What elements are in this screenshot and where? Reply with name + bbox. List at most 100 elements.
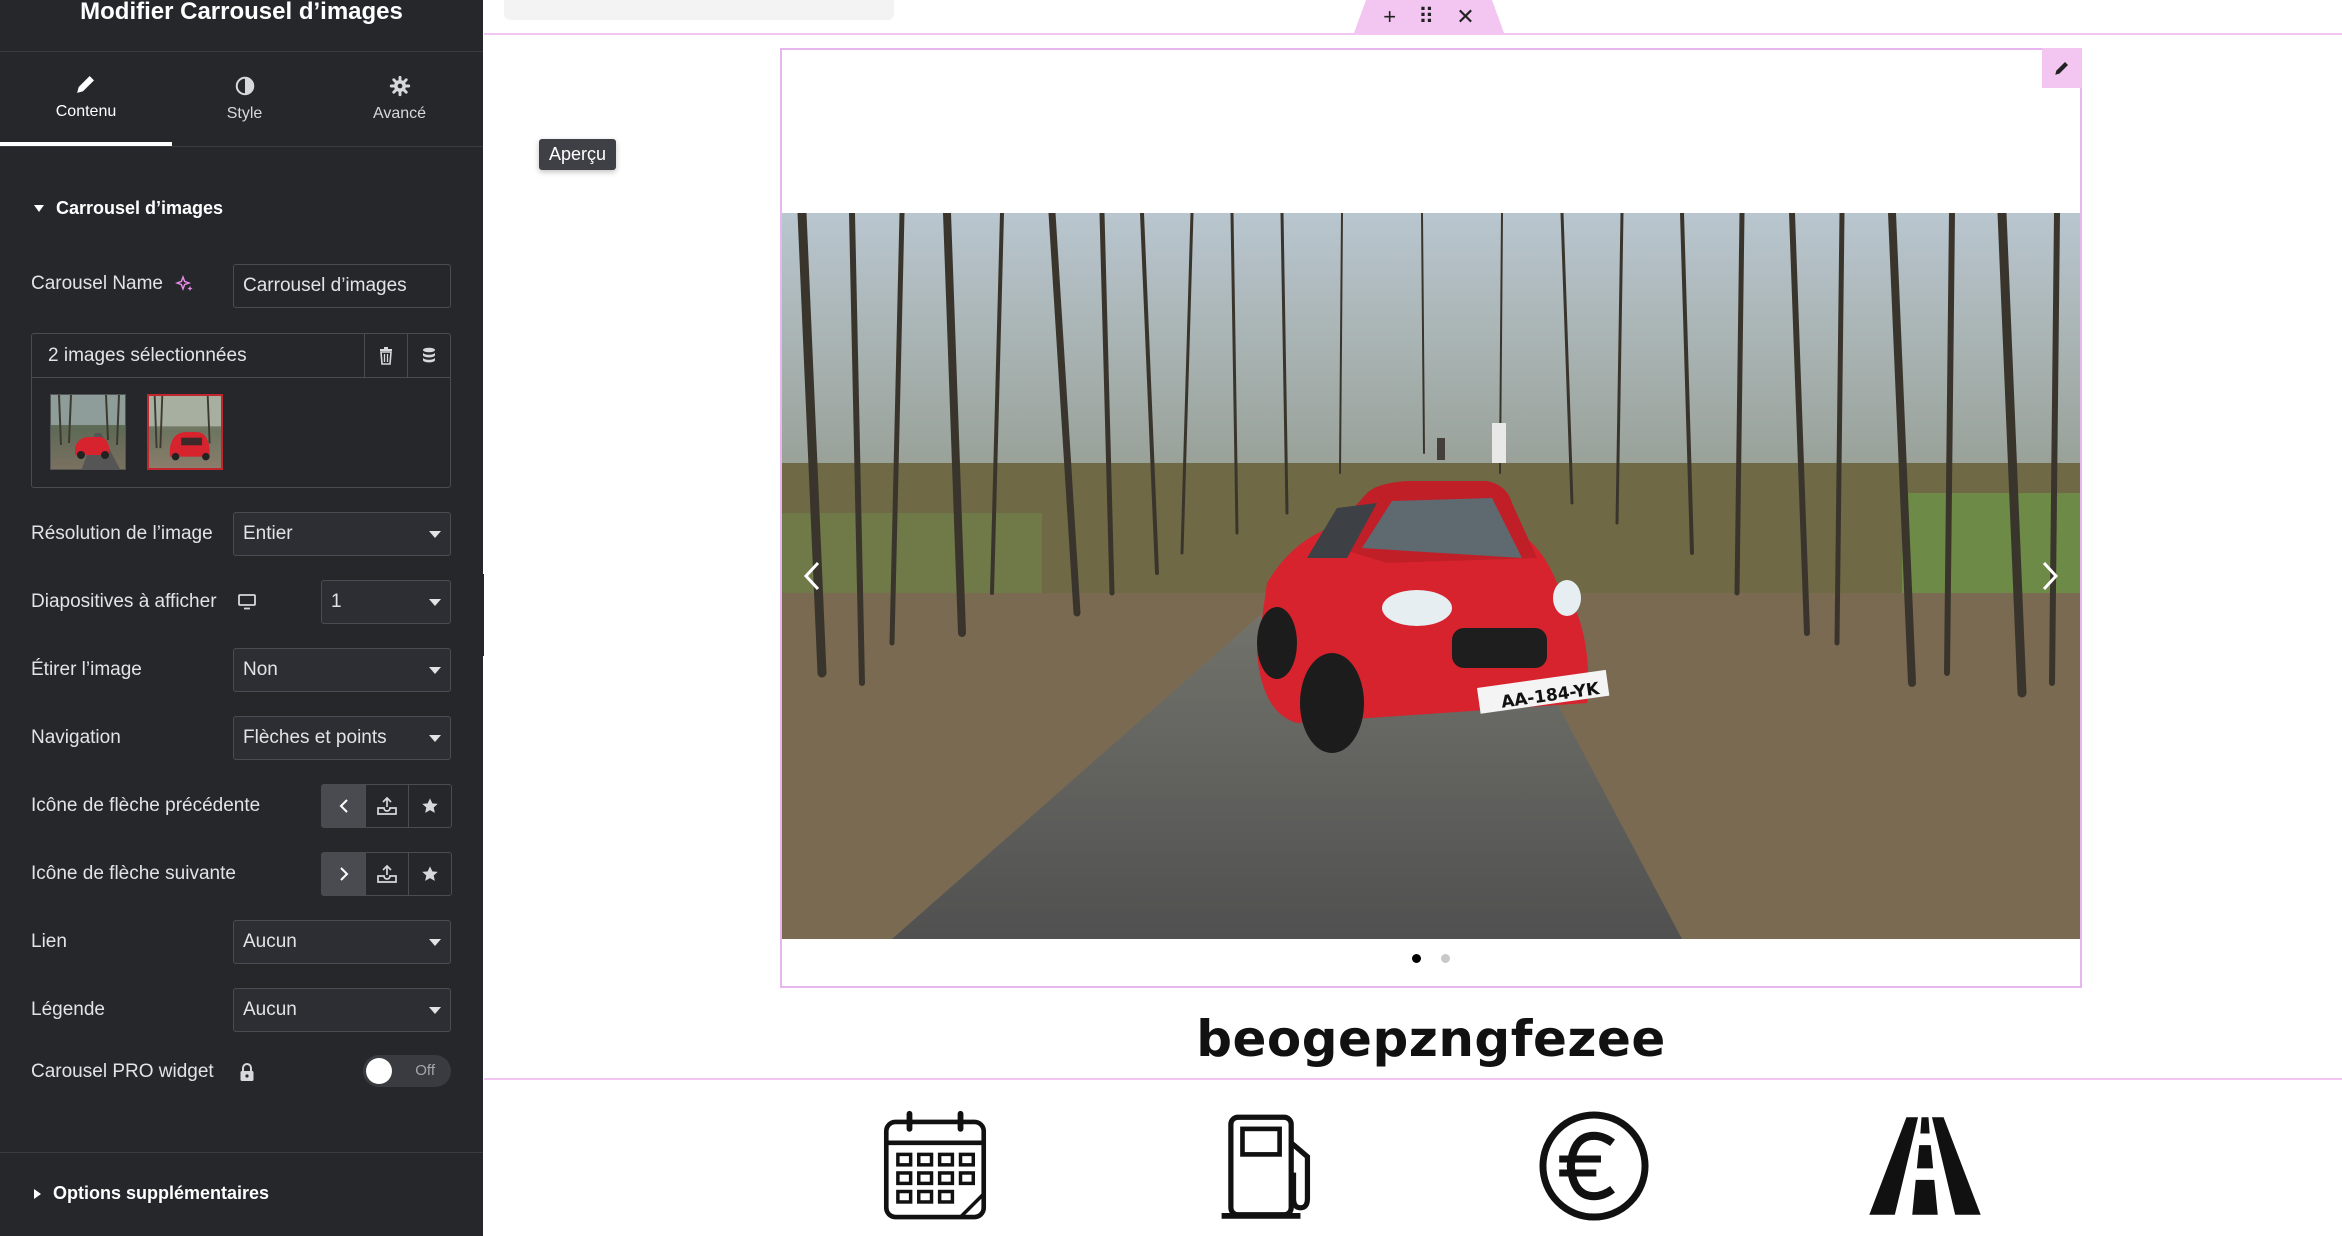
star-icon (422, 866, 438, 881)
caption-value: Aucun (243, 999, 297, 1020)
link-select[interactable]: Aucun (233, 920, 451, 964)
gallery-header: 2 images sélectionnées (32, 333, 450, 378)
tab-content[interactable]: Contenu (0, 52, 172, 146)
next-arrow-icon-label: Icône de flèche suivante (31, 863, 236, 885)
stretch-image-value: Non (243, 659, 278, 680)
upload-icon (377, 864, 397, 883)
next-arrow-library-button[interactable] (408, 853, 451, 895)
pro-widget-toggle[interactable]: Off (363, 1055, 451, 1087)
carousel-pagination (782, 954, 2080, 963)
tab-advanced[interactable]: Avancé (317, 52, 482, 146)
car-rear-photo-thumb (149, 396, 221, 461)
carousel-prev-arrow[interactable] (792, 556, 832, 596)
car-photo: AA-184-YK (782, 213, 2080, 939)
road-icon (1869, 1117, 1981, 1215)
next-arrow-upload-button[interactable] (365, 853, 408, 895)
stretch-image-label-text: Étirer l’image (31, 659, 142, 680)
carousel-slide[interactable]: AA-184-YK (782, 213, 2080, 939)
navigation-label: Navigation (31, 727, 121, 749)
slides-to-show-select[interactable]: 1 (321, 580, 451, 624)
gallery-delete-button[interactable] (364, 333, 407, 378)
chevron-down-icon (429, 734, 441, 742)
page-heading: beogepzngfezee (1196, 1010, 1666, 1068)
pencil-icon (77, 76, 94, 93)
pro-widget-label-text: Carousel PRO widget (31, 1061, 214, 1082)
lock-icon (240, 1063, 254, 1081)
section-outline-bottom (484, 1078, 2342, 1080)
star-icon (422, 798, 438, 813)
delete-section-button[interactable]: ✕ (1456, 4, 1474, 30)
pencil-icon (2055, 62, 2068, 75)
image-carousel-widget[interactable]: AA-184-YK (780, 48, 2082, 988)
section-outline-top (484, 33, 2342, 35)
pagination-dot[interactable] (1441, 954, 1450, 963)
fuel-pump-icon (1221, 1114, 1311, 1219)
link-label-text: Lien (31, 931, 67, 952)
carousel-next-arrow[interactable] (2030, 556, 2070, 596)
toggle-off-text: Off (415, 1062, 435, 1079)
slides-to-show-label: Diapositives à afficher (31, 591, 257, 613)
preview-tooltip: Aperçu (539, 139, 617, 170)
prev-arrow-icon-label: Icône de flèche précédente (31, 795, 260, 817)
panel-header: Modifier Carrousel d’images (0, 0, 483, 52)
caption-select[interactable]: Aucun (233, 988, 451, 1032)
car-photo-thumb (51, 395, 125, 469)
chevron-left-icon (803, 561, 820, 591)
stretch-image-select[interactable]: Non (233, 648, 451, 692)
euro-icon (1539, 1111, 1649, 1221)
trash-icon (380, 346, 392, 365)
carousel-name-value: Carrousel d’images (243, 275, 407, 296)
add-section-button[interactable]: + (1383, 4, 1396, 30)
navigation-select[interactable]: Flèches et points (233, 716, 451, 760)
navigation-label-text: Navigation (31, 727, 121, 748)
gear-icon (389, 75, 410, 97)
slides-to-show-label-text: Diapositives à afficher (31, 591, 217, 612)
section-handle: + ⠿ ✕ (1354, 0, 1504, 33)
carousel-name-input[interactable]: Carrousel d’images (233, 264, 451, 308)
stretch-image-label: Étirer l’image (31, 659, 142, 681)
image-resolution-value: Entier (243, 523, 293, 544)
gallery-thumbnail[interactable] (50, 394, 126, 470)
gallery-library-button[interactable] (407, 333, 450, 378)
tab-style-label: Style (226, 105, 263, 122)
section-toggle-carousel[interactable]: Carrousel d’images (34, 198, 223, 219)
tab-style[interactable]: Style (172, 52, 317, 146)
image-resolution-select[interactable]: Entier (233, 512, 451, 556)
prev-arrow-preview[interactable] (322, 785, 365, 827)
caption-label: Légende (31, 999, 105, 1021)
caption-label-text: Légende (31, 999, 105, 1020)
ai-sparkle-icon[interactable] (175, 274, 195, 294)
prev-arrow-library-button[interactable] (408, 785, 451, 827)
image-resolution-label-text: Résolution de l’image (31, 523, 213, 544)
calendar-icon (883, 1110, 987, 1220)
chevron-right-icon (2042, 561, 2059, 591)
pagination-dot-active[interactable] (1412, 954, 1421, 963)
next-arrow-icon-picker (321, 852, 452, 896)
chevron-down-icon (429, 1006, 441, 1014)
editor-panel: Modifier Carrousel d’images Contenu Styl… (0, 0, 483, 1236)
gallery-thumbnail-selected[interactable] (147, 394, 223, 470)
next-arrow-preview[interactable] (322, 853, 365, 895)
database-icon (423, 347, 435, 362)
prev-arrow-icon-label-text: Icône de flèche précédente (31, 795, 261, 816)
section-toggle-extra-options[interactable]: Options supplémentaires (34, 1183, 269, 1204)
prev-arrow-upload-button[interactable] (365, 785, 408, 827)
link-value: Aucun (243, 931, 297, 952)
drag-section-handle[interactable]: ⠿ (1418, 4, 1434, 30)
toggle-knob (366, 1058, 392, 1084)
link-label: Lien (31, 931, 67, 953)
caret-down-icon (34, 205, 44, 212)
panel-title: Modifier Carrousel d’images (80, 0, 403, 25)
slides-to-show-value: 1 (331, 591, 342, 612)
edit-widget-button[interactable] (2042, 48, 2082, 88)
image-gallery-control: 2 images sélectionnées (31, 333, 451, 488)
carousel-name-label-text: Carousel Name (31, 273, 163, 294)
chevron-down-icon (429, 530, 441, 538)
caret-right-icon (34, 1188, 41, 1199)
pro-widget-label: Carousel PRO widget (31, 1061, 256, 1083)
desktop-icon[interactable] (237, 593, 257, 611)
chevron-down-icon (429, 666, 441, 674)
header-remnant (504, 0, 894, 20)
gallery-count[interactable]: 2 images sélectionnées (32, 345, 364, 367)
tab-content-label: Contenu (55, 103, 117, 120)
